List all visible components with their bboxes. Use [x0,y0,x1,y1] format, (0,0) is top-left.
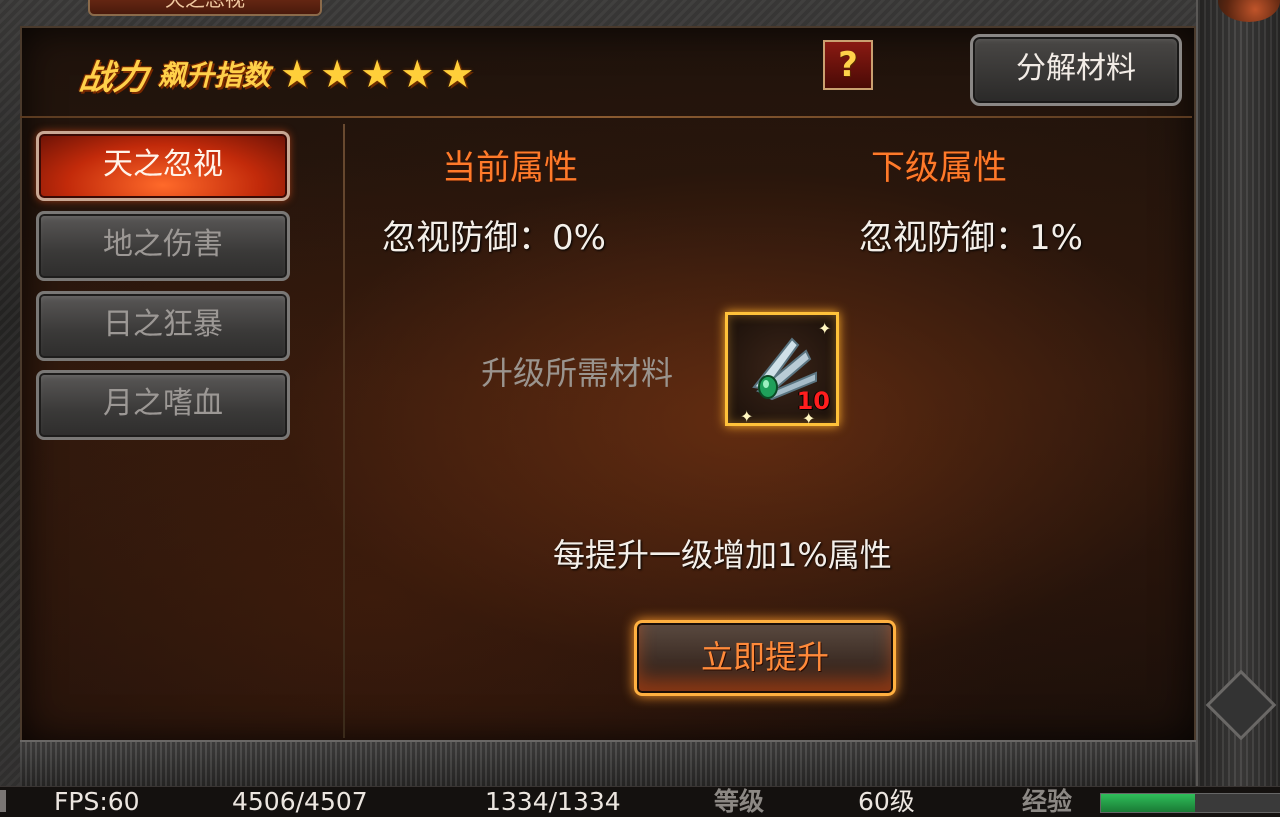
level-value: 60级 [858,787,915,816]
fps-readout: FPS:60 [54,787,140,816]
right-frame-ornament [1196,0,1280,786]
hp-readout: 4506/4507 [232,787,368,816]
power-title-big: 战力 [76,57,151,98]
star-icon: ★ [400,52,435,96]
star-icon: ★ [280,52,315,96]
exp-bar-fill [1101,794,1195,812]
tab-earth-damage[interactable]: 地之伤害 [36,211,290,281]
next-attribute-value: 忽视防御：1% [859,218,1083,258]
power-index-title: 战力 飙升指数 ★ ★ ★ ★ ★ [76,44,475,104]
required-material-label: 升级所需材料 [481,354,674,392]
decompose-materials-button[interactable]: 分解材料 [970,34,1182,106]
level-label: 等级 [714,787,765,816]
frame-knob [1205,669,1277,741]
bottom-rail [20,740,1196,788]
header-divider [20,116,1192,118]
help-button[interactable]: ? [823,40,873,90]
upgrade-info-text: 每提升一级增加1%属性 [553,536,892,574]
sparkle-icon: ✦ [740,407,754,426]
tab-sky-ignore[interactable]: 天之忽视 [36,131,290,201]
sidebar-divider [343,124,345,738]
status-bar: FPS:60 4506/4507 1334/1334 等级 60级 经验 [0,786,1280,817]
sparkle-icon: ✦ [818,319,832,338]
star-icon: ★ [360,52,395,96]
material-item-slot[interactable]: ✦ ✦ ✦ 10 [725,312,839,428]
star-rating: ★ ★ ★ ★ ★ [280,55,474,93]
item-count: 10 [796,387,830,415]
next-attributes-heading: 下级属性 [871,148,1007,188]
current-attributes-heading: 当前属性 [442,148,578,188]
current-attribute-value: 忽视防御：0% [382,218,606,258]
upgrade-now-button[interactable]: 立即提升 [634,620,896,696]
mp-readout: 1334/1334 [485,787,621,816]
exp-label: 经验 [1022,787,1073,816]
power-title-sub: 飙升指数 [158,59,271,92]
window-title-tab: 天之忽视 [88,0,322,16]
exp-bar [1100,793,1280,813]
tab-sun-rage[interactable]: 日之狂暴 [36,291,290,361]
star-icon: ★ [440,52,475,96]
left-edge-notch [0,790,6,812]
star-icon: ★ [320,52,355,96]
tab-moon-bloodlust[interactable]: 月之嗜血 [36,370,290,440]
